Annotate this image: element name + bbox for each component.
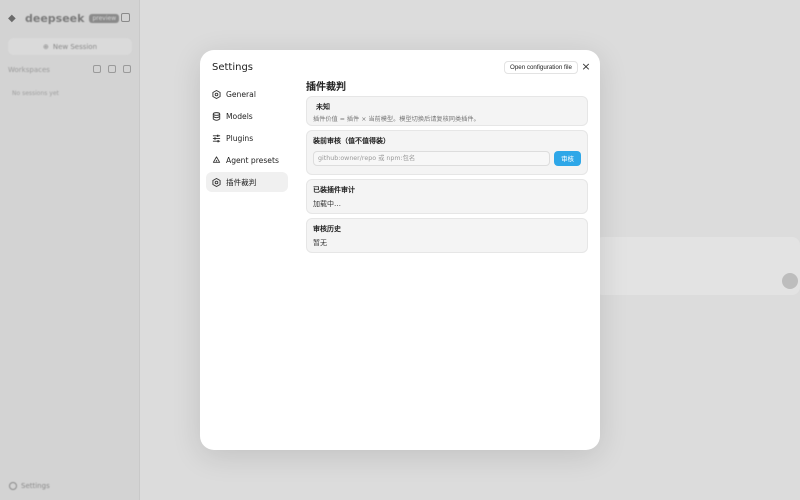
status-card: 未知 插件价值 = 插件 × 当前模型。模型切换后请复核同类插件。: [306, 96, 588, 126]
nav-label: 插件裁判: [226, 177, 257, 187]
status-subtitle: 插件价值 = 插件 × 当前模型。模型切换后请复核同类插件。: [313, 116, 480, 123]
hexagon-gear-icon: [212, 177, 221, 187]
sidebar-settings-label: Settings: [21, 482, 50, 490]
nav-item-plugin-judge[interactable]: 插件裁判: [206, 172, 288, 192]
sidebar: ◆ deepseek preview ⊕ New Session Workspa…: [0, 0, 140, 500]
database-icon: [212, 111, 221, 121]
gear-icon: [9, 482, 17, 490]
close-icon[interactable]: ×: [580, 61, 592, 73]
workspace-actions: [93, 65, 131, 73]
nav-item-general[interactable]: General: [206, 84, 288, 104]
installed-audit-title: 已装插件审计: [313, 186, 355, 194]
settings-modal: Settings Open configuration file × Gener…: [200, 50, 600, 450]
history-title: 审核历史: [313, 225, 341, 233]
hexagon-gear-icon: [212, 89, 221, 99]
history-card: 审核历史 暂无: [306, 218, 588, 253]
installed-audit-status: 加载中…: [313, 200, 341, 208]
pre-install-row: 审核: [313, 151, 581, 166]
history-status: 暂无: [313, 239, 327, 247]
settings-nav: General Models Plugins Agent presets 插件裁…: [206, 84, 288, 194]
whale-logo-icon: ◆: [8, 12, 16, 24]
empty-sessions-text: No sessions yet: [12, 90, 59, 97]
nav-label: Agent presets: [226, 155, 279, 165]
open-config-button[interactable]: Open configuration file: [504, 61, 578, 74]
new-session-button[interactable]: ⊕ New Session: [8, 38, 132, 55]
panel-title: 插件裁判: [306, 82, 346, 93]
nav-label: General: [226, 89, 256, 99]
installed-audit-card: 已装插件审计 加载中…: [306, 179, 588, 214]
composer-card: [595, 237, 800, 295]
refresh-icon[interactable]: [93, 65, 101, 73]
plugin-source-input[interactable]: [313, 151, 550, 166]
brand-badge: preview: [89, 14, 120, 23]
nav-item-agent-presets[interactable]: Agent presets: [206, 150, 288, 170]
status-title: 未知: [316, 103, 330, 111]
nav-item-plugins[interactable]: Plugins: [206, 128, 288, 148]
sidebar-toggle-icon[interactable]: [121, 13, 130, 22]
nav-label: Models: [226, 111, 253, 121]
pre-install-title: 装前审核（值不值得装）: [313, 137, 390, 145]
recycle-icon: [212, 155, 221, 165]
plus-icon: ⊕: [42, 42, 49, 51]
nav-label: Plugins: [226, 133, 254, 143]
brand: ◆ deepseek preview: [8, 12, 120, 25]
new-folder-icon[interactable]: [108, 65, 116, 73]
sidebar-settings-button[interactable]: Settings: [9, 482, 50, 490]
modal-title: Settings: [212, 62, 254, 73]
review-button[interactable]: 审核: [554, 151, 581, 166]
send-icon: [782, 273, 798, 289]
sliders-icon: [212, 134, 221, 143]
new-session-label: New Session: [52, 42, 98, 51]
plugin-judge-panel: 插件裁判 未知 插件价值 = 插件 × 当前模型。模型切换后请复核同类插件。 装…: [306, 76, 588, 257]
pre-install-card: 装前审核（值不值得装） 审核: [306, 130, 588, 175]
workspace-label: Workspaces: [8, 66, 50, 74]
nav-item-models[interactable]: Models: [206, 106, 288, 126]
brand-name: deepseek: [25, 12, 85, 25]
folder-icon[interactable]: [123, 65, 131, 73]
